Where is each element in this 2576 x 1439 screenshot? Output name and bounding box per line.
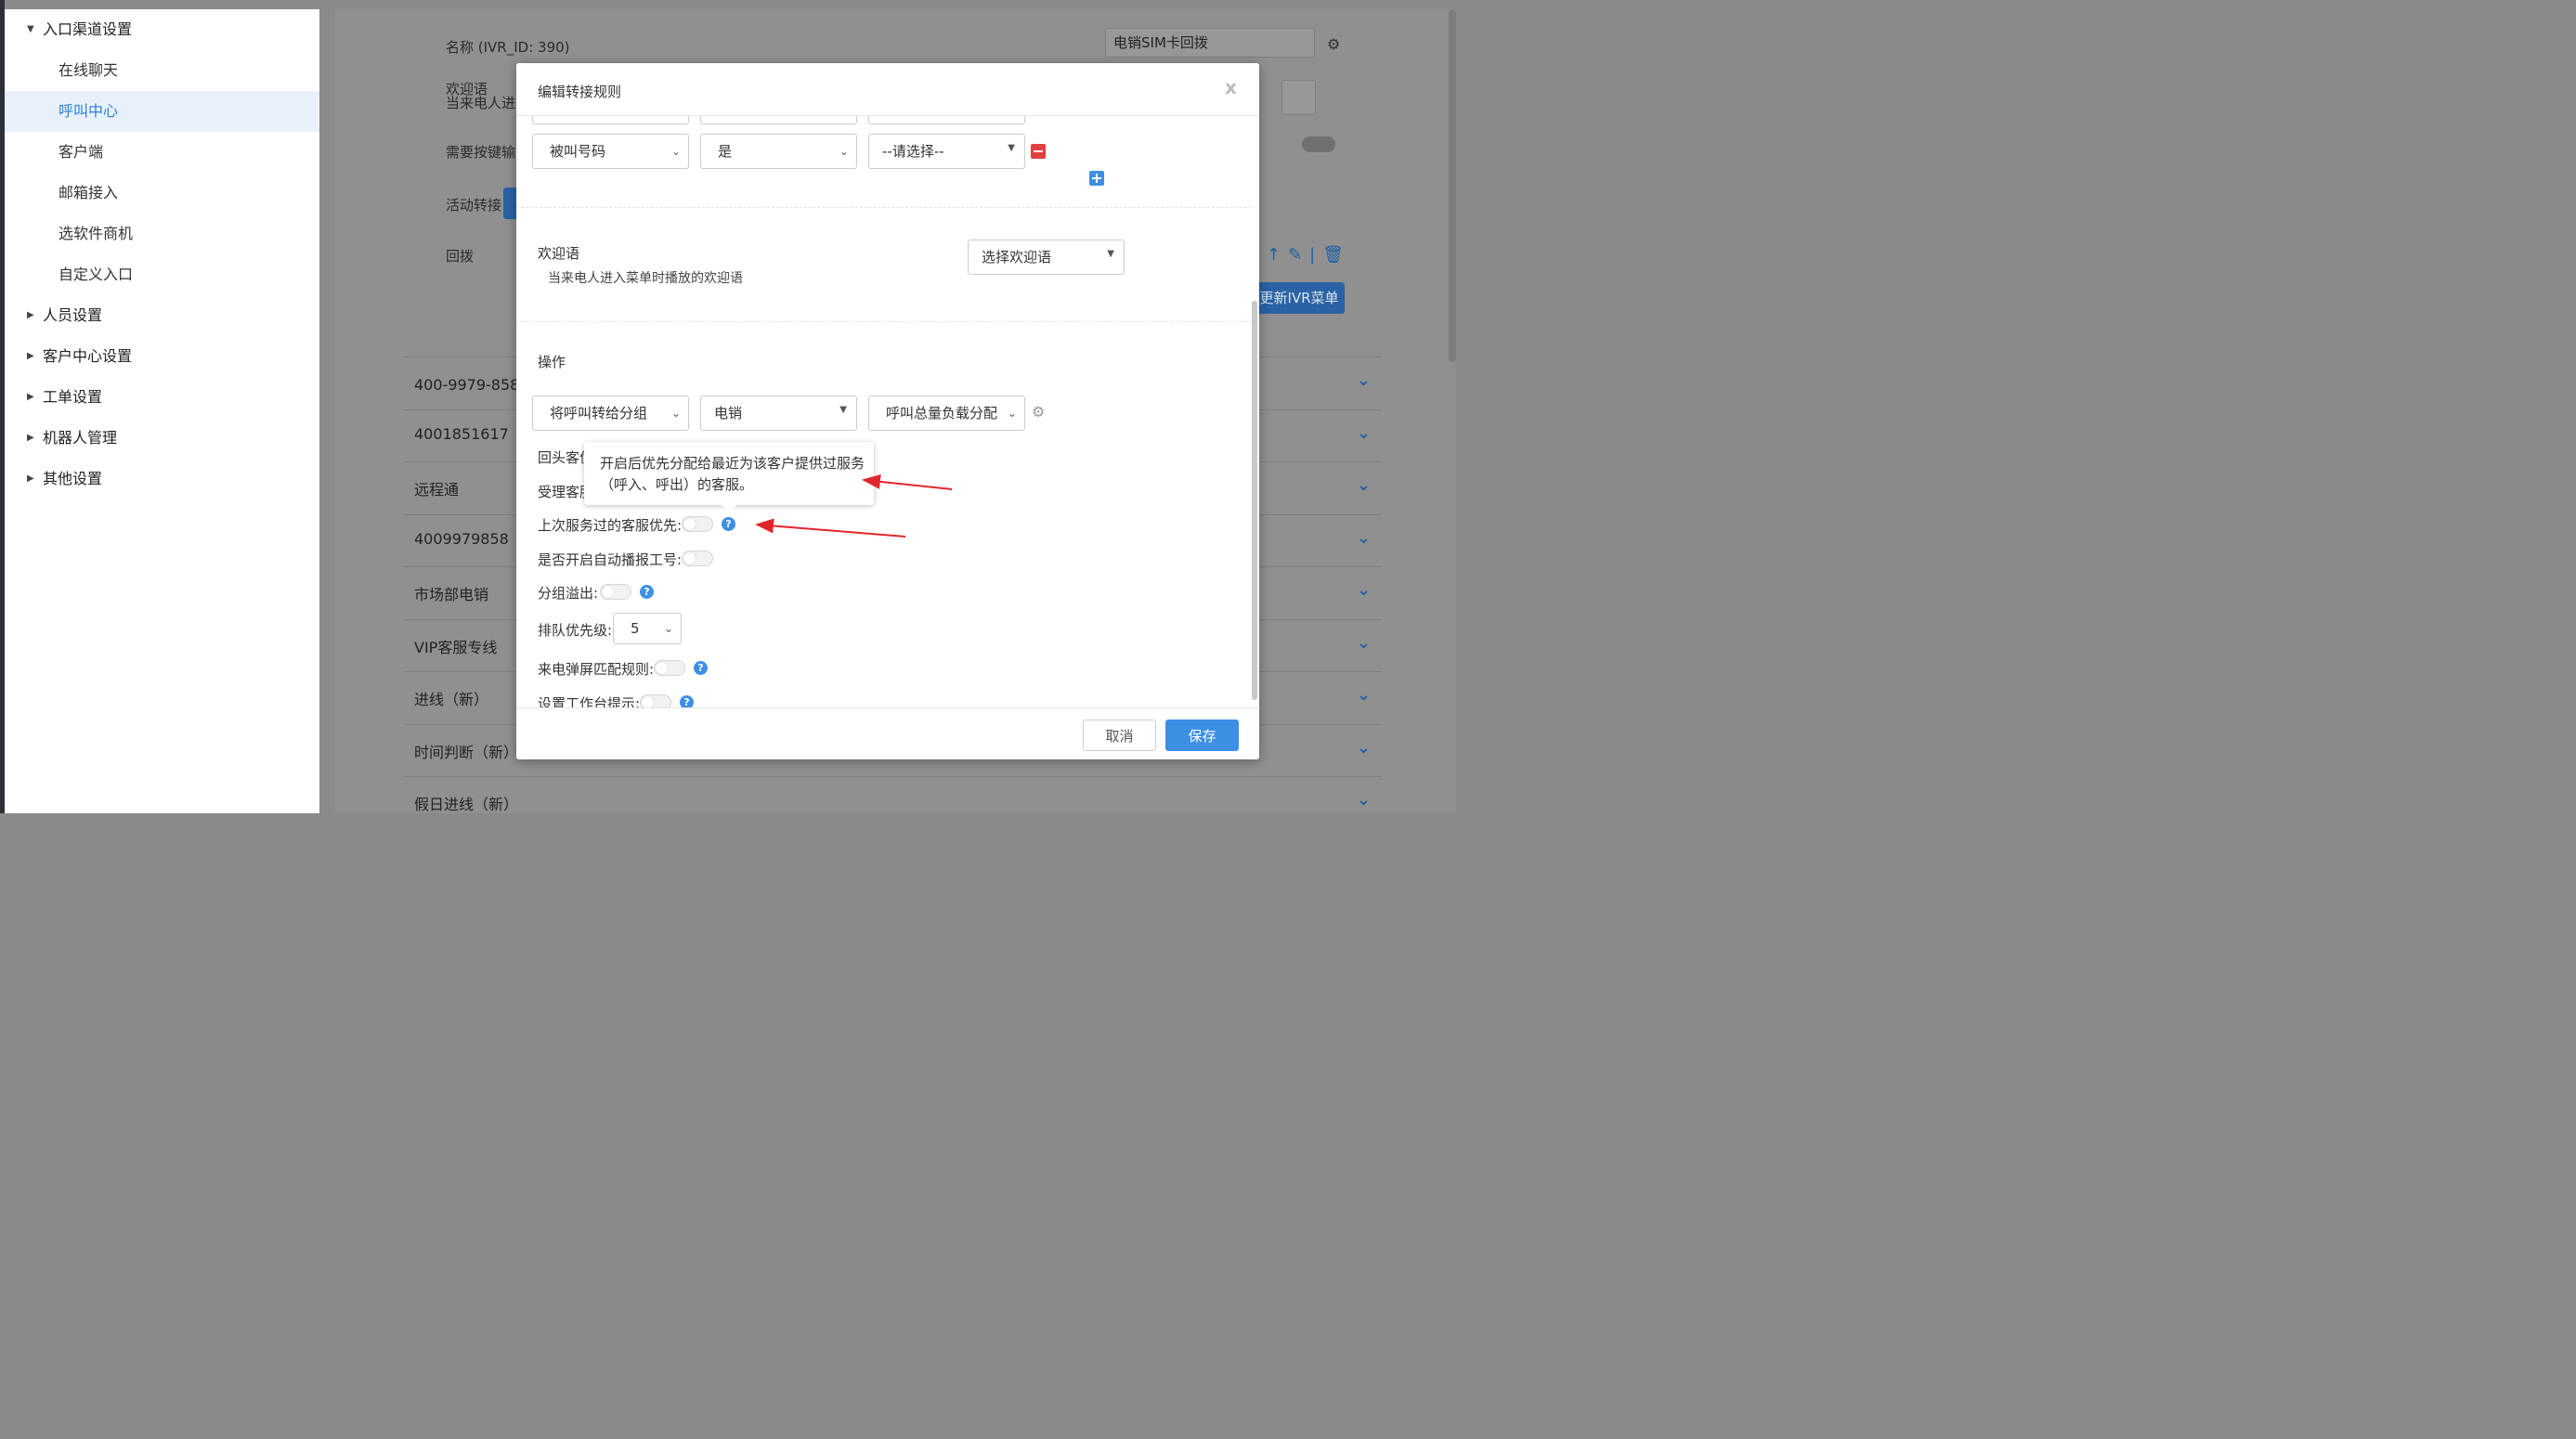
annotation-arrow-tooltip <box>862 473 953 490</box>
annotation-arrow-help-icon <box>755 518 906 538</box>
annotation-arrows <box>755 473 953 538</box>
